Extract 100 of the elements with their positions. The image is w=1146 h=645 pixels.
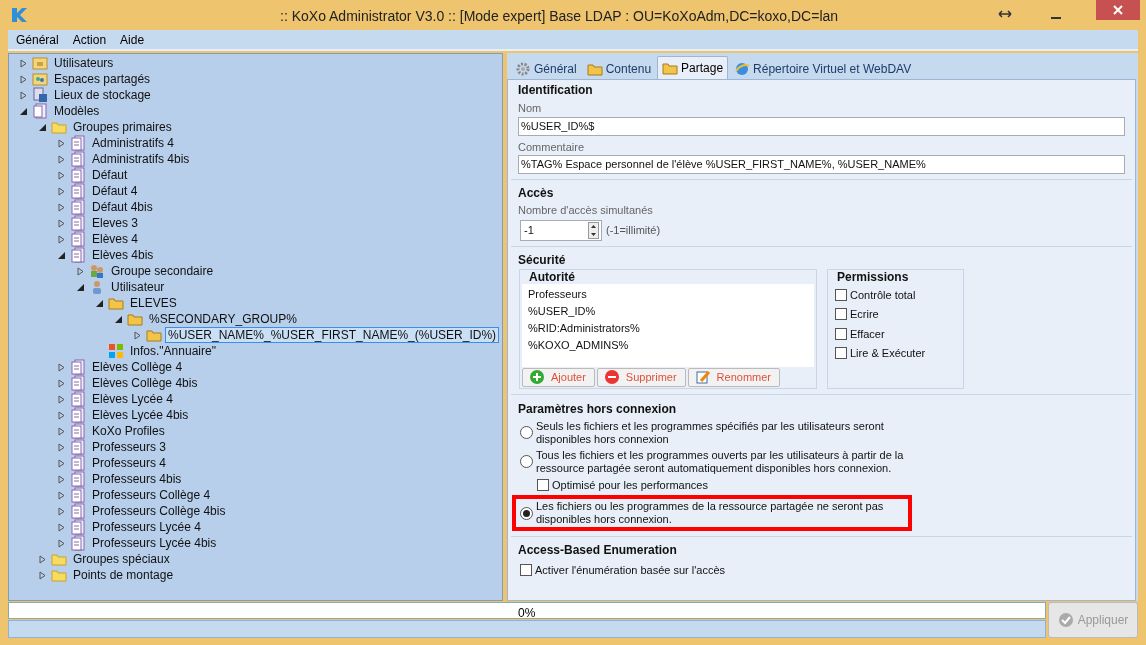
expand-arrow-icon[interactable] [19,90,27,100]
expand-arrow-icon[interactable] [57,426,65,436]
expand-arrow-icon[interactable] [57,154,65,164]
tree-item[interactable]: Elèves Lycée 4 [89,392,176,406]
tree-item[interactable]: Professeurs 3 [89,440,170,454]
tree-item[interactable]: Groupe secondaire [108,264,217,278]
tree-item[interactable]: Eleves 3 [89,216,142,230]
collapse-arrow-icon[interactable] [76,283,84,291]
tree-item[interactable]: Professeurs Lycée 4bis [89,536,220,550]
tree-item[interactable]: Défaut [89,168,131,182]
expand-arrow-icon[interactable] [57,394,65,404]
tab[interactable]: Contenu [582,59,656,79]
expand-arrow-icon[interactable] [19,74,27,84]
tree-item[interactable]: Elèves 4 [89,232,142,246]
checkbox[interactable] [520,564,532,577]
tree-item[interactable]: Utilisateur [108,280,168,294]
expand-arrow-icon[interactable] [57,138,65,148]
expand-arrow-icon[interactable] [57,474,65,484]
collapse-arrow-icon[interactable] [19,107,27,115]
collapse-arrow-icon[interactable] [114,315,122,323]
tree-item[interactable]: %USER_NAME%_%USER_FIRST_NAME%_(%USER_ID%) [165,327,500,343]
checkbox[interactable] [537,478,549,491]
tree-item[interactable]: Modèles [51,104,103,118]
collapse-arrow-icon[interactable] [38,123,46,131]
expand-arrow-icon[interactable] [57,218,65,228]
expand-arrow-icon[interactable] [57,170,65,180]
expand-arrow-icon[interactable] [57,506,65,516]
expand-arrow-icon[interactable] [57,442,65,452]
checkbox[interactable] [835,308,847,321]
tree-item[interactable]: Professeurs Collège 4bis [89,504,229,518]
tree-item[interactable]: Administratifs 4bis [89,152,193,166]
menu-item[interactable]: Général [15,30,60,49]
tree-item[interactable]: Espaces partagés [51,72,154,86]
action-button[interactable]: Supprimer [596,367,686,387]
tree-item[interactable]: Professeurs Lycée 4 [89,520,204,534]
tree-item[interactable]: Utilisateurs [51,56,117,70]
expand-arrow-icon[interactable] [76,266,84,276]
field-label: Commentaire [517,139,586,155]
number-spinner[interactable]: -1 [520,219,602,241]
collapse-arrow-icon[interactable] [57,251,65,259]
tree-item[interactable]: Défaut 4 [89,184,141,198]
list-item[interactable]: Professeurs [528,285,808,302]
checkbox[interactable] [835,347,847,360]
expand-arrow-icon[interactable] [57,186,65,196]
checkbox-label: Optimisé pour les performances [552,477,708,493]
list-item[interactable]: %USER_ID% [528,302,808,319]
expand-arrow-icon[interactable] [38,554,46,564]
tree-item[interactable]: Elèves 4bis [89,248,157,262]
action-button[interactable]: Ajouter [522,367,595,387]
tree-item[interactable]: Professeurs 4 [89,456,170,470]
tree-item[interactable]: Infos."Annuaire" [127,344,219,358]
tree-item[interactable]: Administratifs 4 [89,136,178,150]
tree-item[interactable]: Groupes primaires [70,120,175,134]
menu-item[interactable]: Aide [119,30,146,49]
radio-button[interactable] [520,426,533,439]
expand-arrow-icon[interactable] [57,410,65,420]
folder-icon [586,61,603,77]
radio-button[interactable] [520,455,533,468]
close-button[interactable] [1096,0,1140,20]
collapse-arrow-icon[interactable] [95,299,103,307]
tree-item[interactable]: Professeurs Collège 4 [89,488,214,502]
expand-arrow-icon[interactable] [19,58,27,68]
expand-arrow-icon[interactable] [57,522,65,532]
text-field[interactable]: %TAG% Espace personnel de l'élève %USER_FIRST_NAME%, %USER_NAME% [518,155,1125,174]
checkbox[interactable] [835,288,847,301]
text-field[interactable]: %USER_ID%$ [518,116,1125,136]
expand-arrow-icon[interactable] [57,490,65,500]
document-stack-icon [70,487,86,503]
tree-item[interactable]: %SECONDARY_GROUP% [146,312,300,326]
expand-arrow-icon[interactable] [57,458,65,468]
list-item[interactable]: %KOXO_ADMINS% [528,336,808,353]
expand-arrow-icon[interactable] [38,570,46,580]
tree-item[interactable]: Elèves Collège 4bis [89,376,201,390]
folder-icon [51,567,67,583]
tree-item[interactable]: Professeurs 4bis [89,472,185,486]
expand-arrow-icon[interactable] [57,538,65,548]
expand-arrow-icon[interactable] [57,234,65,244]
tree-item[interactable]: Points de montage [70,568,177,582]
plus-icon [529,369,545,385]
tab[interactable]: Général [511,59,581,79]
tab[interactable]: Répertoire Virtuel et WebDAV [730,59,916,79]
action-button[interactable]: Renommer [687,367,780,387]
tree-item[interactable]: Elèves Lycée 4bis [89,408,192,422]
tree-item[interactable]: Défaut 4bis [89,200,156,214]
radio-button[interactable] [520,506,533,520]
menu-item[interactable]: Action [71,30,108,49]
tab[interactable]: Partage [657,56,729,79]
tree-item[interactable]: Elèves Collège 4 [89,360,186,374]
expand-arrow-icon[interactable] [133,330,141,340]
tree-item[interactable]: Lieux de stockage [51,88,154,102]
tree-item[interactable]: Groupes spéciaux [70,552,173,566]
expand-arrow-icon[interactable] [57,202,65,212]
expand-arrow-icon[interactable] [57,378,65,388]
expand-arrow-icon[interactable] [57,362,65,372]
list-item[interactable]: %RID:Administrators% [528,319,808,336]
storage-icon [32,87,48,103]
tree-item[interactable]: ELEVES [127,296,180,310]
tree-item[interactable]: KoXo Profiles [89,424,168,438]
checkbox[interactable] [835,327,847,340]
folder-icon [127,311,143,327]
